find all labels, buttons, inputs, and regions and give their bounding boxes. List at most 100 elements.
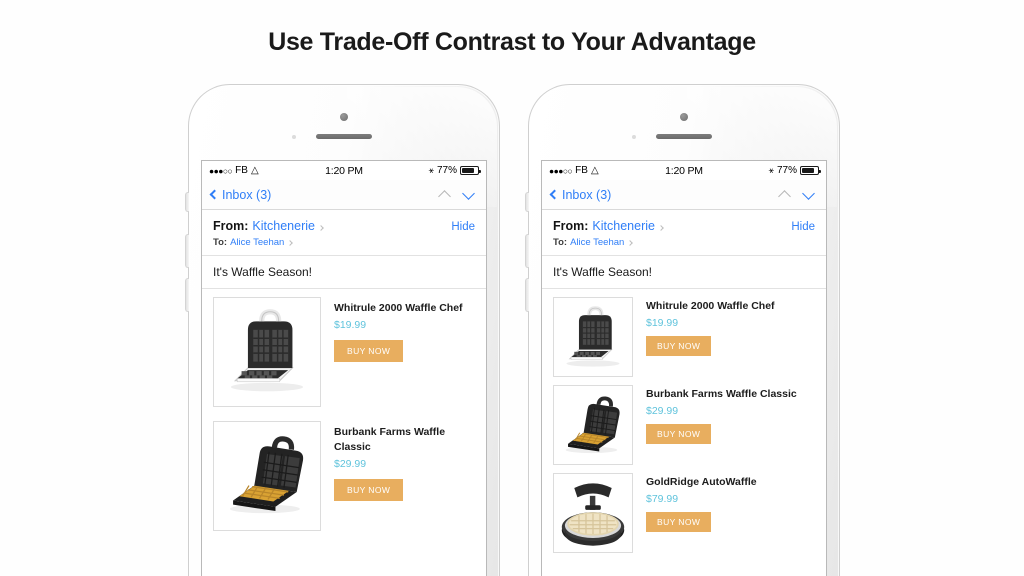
product-image-waffle-iron-white <box>213 297 321 407</box>
product-name: Burbank Farms Waffle Classic <box>334 426 446 454</box>
from-row: From: Kitchenerie Hide <box>213 219 475 233</box>
round-waffle-maker-with-pale-waffle <box>561 483 625 546</box>
volume-down-button[interactable] <box>185 278 189 312</box>
product-price: $29.99 <box>646 405 679 418</box>
hide-details-button[interactable]: Hide <box>451 221 475 233</box>
email-subject: It's Waffle Season! <box>542 256 826 289</box>
signal-strength-icon: ●●●○○ <box>209 165 233 176</box>
product-name: GoldRidge AutoWaffle <box>646 476 757 488</box>
battery-icon <box>800 166 821 175</box>
buy-now-button[interactable]: BUY NOW <box>646 424 712 445</box>
product-image-waffle-iron-black <box>213 421 321 531</box>
buy-now-button[interactable]: BUY NOW <box>646 336 712 357</box>
product-price: $79.99 <box>646 493 679 506</box>
earpiece-speaker <box>316 134 372 139</box>
white-black-square-waffle-iron <box>230 309 304 392</box>
phone-screen-left: ●●●○○ FB △ 1:20 PM ⚹ 77% Inbox (3) From:… <box>201 160 487 576</box>
bluetooth-icon: ⚹ <box>428 165 434 175</box>
from-sender-link[interactable]: Kitchenerie <box>592 219 655 233</box>
black-waffle-iron-with-golden-waffle <box>229 436 304 514</box>
status-time: 1:20 PM <box>325 164 363 177</box>
product-price: $19.99 <box>646 317 679 330</box>
black-waffle-iron-with-golden-waffle <box>565 396 620 454</box>
list-item[interactable]: Burbank Farms Waffle Classic $29.99 BUY … <box>542 385 826 465</box>
from-label: From: <box>213 219 249 233</box>
from-label: From: <box>553 219 589 233</box>
phone-screen-right: ●●●○○ FB △ 1:20 PM ⚹ 77% Inbox (3) From:… <box>541 160 827 576</box>
product-image-round-waffle-maker <box>553 473 633 553</box>
list-item[interactable]: Whitrule 2000 Waffle Chef $19.99 BUY NOW <box>542 297 826 377</box>
mail-header: From: Kitchenerie Hide To: Alice Teehan <box>542 210 826 256</box>
volume-down-button[interactable] <box>525 278 529 312</box>
status-bar: ●●●○○ FB △ 1:20 PM ⚹ 77% <box>202 161 486 180</box>
chevron-up-icon[interactable] <box>438 189 451 203</box>
chevron-up-icon[interactable] <box>778 189 791 203</box>
chevron-left-icon <box>209 189 220 200</box>
proximity-sensor <box>292 135 296 139</box>
list-item[interactable]: Whitrule 2000 Waffle Chef $19.99 BUY NOW <box>202 297 486 407</box>
product-list-right: Whitrule 2000 Waffle Chef $19.99 BUY NOW <box>542 289 826 576</box>
earpiece-speaker <box>656 134 712 139</box>
from-row: From: Kitchenerie Hide <box>553 219 815 233</box>
back-label: Inbox (3) <box>562 187 612 202</box>
white-black-square-waffle-iron <box>566 306 620 367</box>
chevron-right-icon <box>658 225 664 231</box>
chevron-down-icon[interactable] <box>462 186 475 200</box>
status-bar: ●●●○○ FB △ 1:20 PM ⚹ 77% <box>542 161 826 180</box>
buy-now-button[interactable]: BUY NOW <box>334 340 404 363</box>
product-list-left: Whitrule 2000 Waffle Chef $19.99 BUY NOW <box>202 289 486 576</box>
buy-now-button[interactable]: BUY NOW <box>646 512 712 533</box>
back-to-inbox-button[interactable]: Inbox (3) <box>209 187 272 202</box>
from-sender-link[interactable]: Kitchenerie <box>252 219 315 233</box>
buy-now-button[interactable]: BUY NOW <box>334 479 404 502</box>
to-recipient-link[interactable]: Alice Teehan <box>570 237 624 248</box>
chevron-left-icon <box>549 189 560 200</box>
front-camera-icon <box>340 113 348 121</box>
to-row: To: Alice Teehan <box>553 237 815 248</box>
battery-percent: 77% <box>776 165 797 176</box>
product-name: Burbank Farms Waffle Classic <box>646 388 797 400</box>
front-camera-icon <box>680 113 688 121</box>
volume-up-button[interactable] <box>185 234 189 268</box>
email-subject: It's Waffle Season! <box>202 256 486 289</box>
product-price: $19.99 <box>334 319 367 332</box>
to-row: To: Alice Teehan <box>213 237 475 248</box>
product-info: GoldRidge AutoWaffle $79.99 BUY NOW <box>633 473 815 533</box>
to-label: To: <box>553 237 568 248</box>
product-price: $29.99 <box>334 458 367 471</box>
back-label: Inbox (3) <box>222 187 272 202</box>
status-time: 1:20 PM <box>665 164 703 177</box>
product-image-waffle-iron-white <box>553 297 633 377</box>
slide-canvas: Use Trade-Off Contrast to Your Advantage… <box>0 0 1024 576</box>
wifi-icon: △ <box>590 165 599 176</box>
bluetooth-icon: ⚹ <box>768 165 774 175</box>
battery-icon <box>460 166 481 175</box>
mute-switch[interactable] <box>525 192 529 212</box>
chevron-down-icon[interactable] <box>802 186 815 200</box>
back-to-inbox-button[interactable]: Inbox (3) <box>549 187 612 202</box>
phone-mockup-left: ●●●○○ FB △ 1:20 PM ⚹ 77% Inbox (3) From:… <box>185 84 500 576</box>
nav-bar: Inbox (3) <box>202 180 486 210</box>
product-image-waffle-iron-black <box>553 385 633 465</box>
product-info: Burbank Farms Waffle Classic $29.99 BUY … <box>633 385 815 445</box>
product-name: Whitrule 2000 Waffle Chef <box>334 302 463 314</box>
volume-up-button[interactable] <box>525 234 529 268</box>
chevron-right-icon <box>318 225 324 231</box>
carrier-label: FB <box>575 165 588 176</box>
carrier-label: FB <box>235 165 248 176</box>
mute-switch[interactable] <box>185 192 189 212</box>
signal-strength-icon: ●●●○○ <box>549 165 573 176</box>
hide-details-button[interactable]: Hide <box>791 221 815 233</box>
nav-bar: Inbox (3) <box>542 180 826 210</box>
product-info: Whitrule 2000 Waffle Chef $19.99 BUY NOW <box>321 297 475 363</box>
product-info: Burbank Farms Waffle Classic $29.99 BUY … <box>321 421 475 502</box>
battery-percent: 77% <box>436 165 457 176</box>
product-info: Whitrule 2000 Waffle Chef $19.99 BUY NOW <box>633 297 815 357</box>
proximity-sensor <box>632 135 636 139</box>
product-name: Whitrule 2000 Waffle Chef <box>646 300 775 312</box>
to-label: To: <box>213 237 228 248</box>
chevron-right-icon <box>627 240 634 246</box>
list-item[interactable]: GoldRidge AutoWaffle $79.99 BUY NOW <box>542 473 826 553</box>
to-recipient-link[interactable]: Alice Teehan <box>230 237 284 248</box>
list-item[interactable]: Burbank Farms Waffle Classic $29.99 BUY … <box>202 421 486 531</box>
